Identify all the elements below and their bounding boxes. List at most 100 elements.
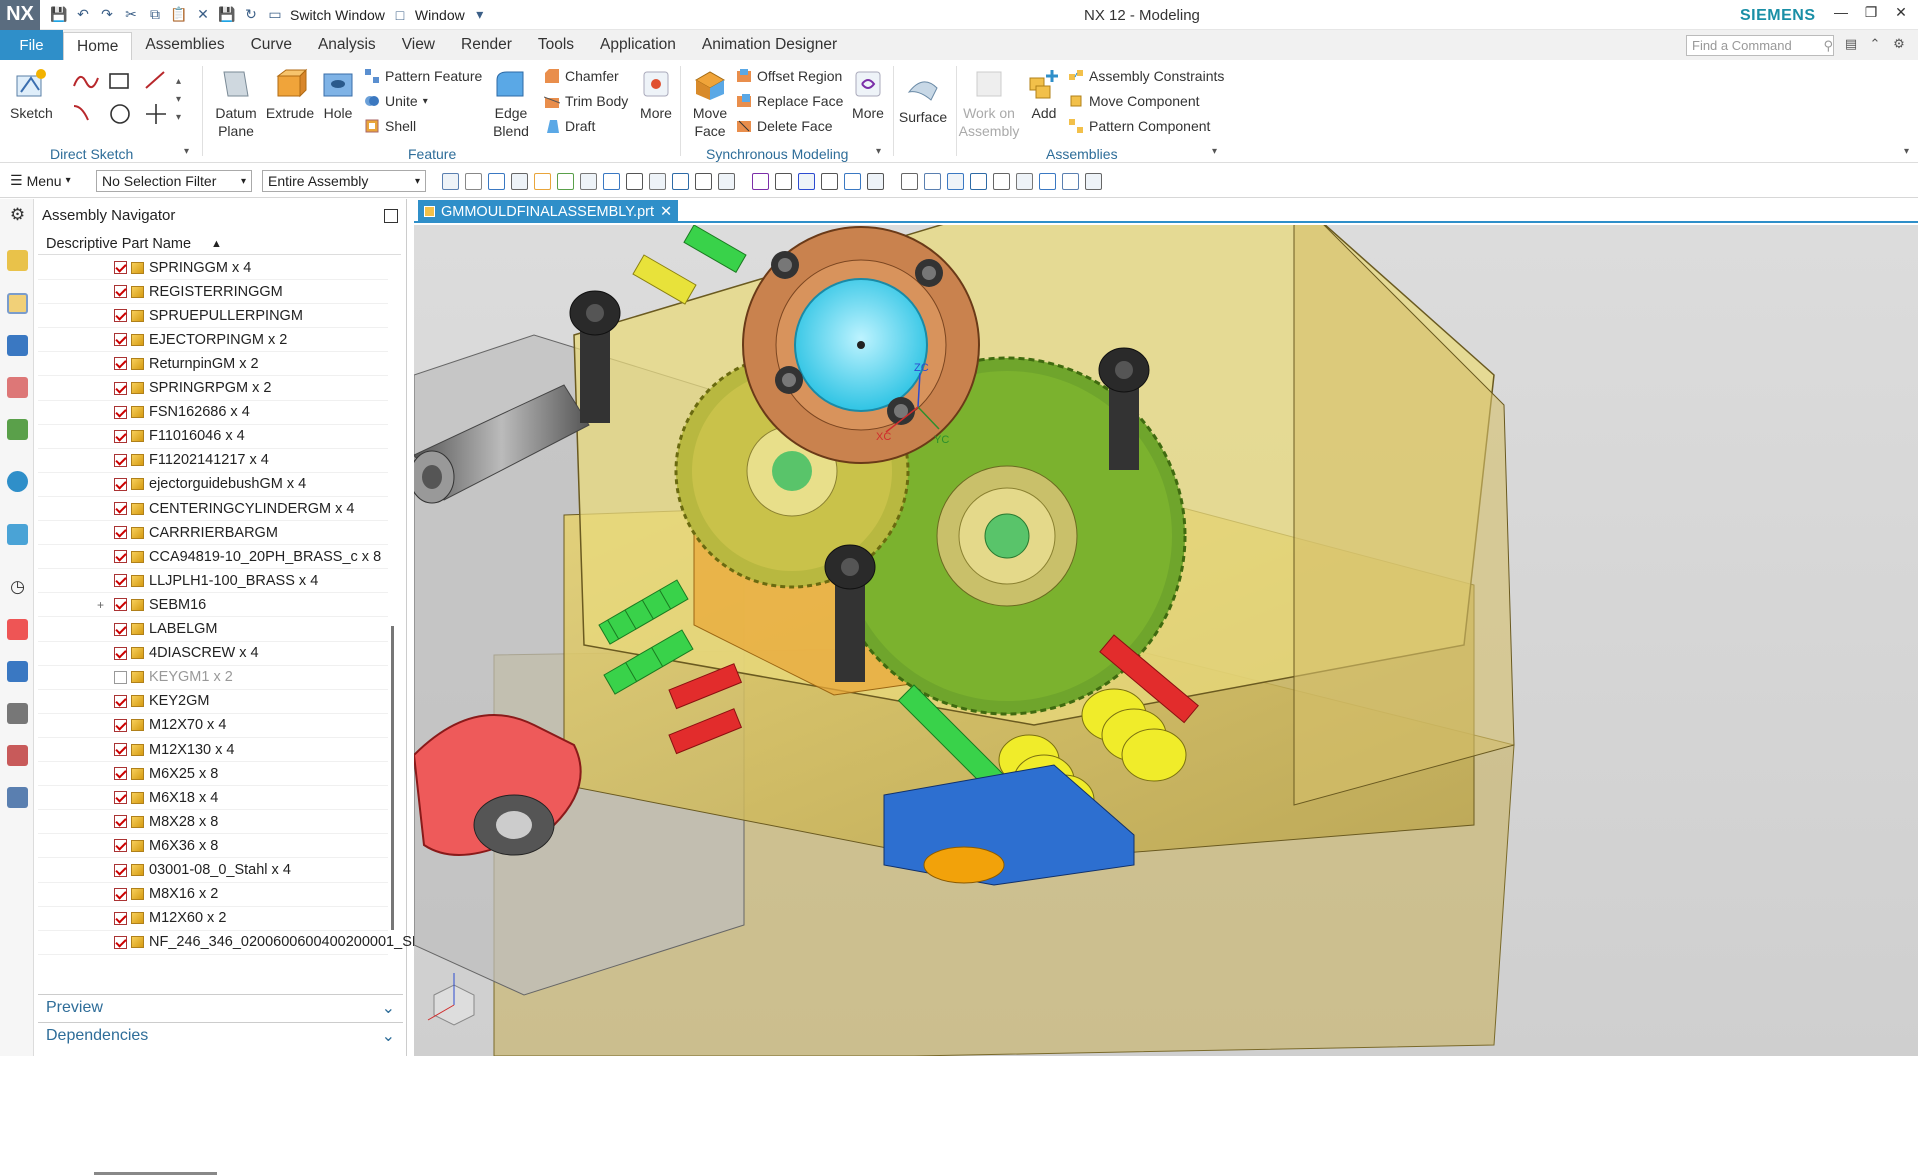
tab-animation-designer[interactable]: Animation Designer [689,30,850,60]
tree-row[interactable]: M8X16 x 2 [38,883,388,907]
tree-row[interactable]: ejectorguidebushGM x 4 [38,473,388,497]
pattern-component-button[interactable]: Pattern Component [1068,118,1210,134]
visibility-checkbox[interactable] [114,622,127,636]
tree-row[interactable]: F11202141217 x 4 [38,449,388,473]
graphics-window[interactable]: ZC YC XC [414,225,1918,1056]
intersection-icon[interactable] [752,173,769,190]
visibility-checkbox[interactable] [114,863,127,877]
tree-row[interactable]: + SEBM16 [38,593,388,618]
edge-blend-button[interactable]: Edge Blend [488,66,534,140]
zoom-icon[interactable] [947,173,964,190]
visibility-checkbox[interactable] [114,767,127,781]
copy-icon[interactable]: ⧉ [146,6,164,24]
select-face-icon[interactable] [488,173,505,190]
web-browser-icon[interactable] [7,524,28,545]
visibility-checkbox[interactable] [114,477,127,491]
select-body-icon[interactable] [534,173,551,190]
tree-row[interactable]: M12X70 x 4 [38,714,388,738]
point-on-surface-icon[interactable] [867,173,884,190]
unite-button[interactable]: Unite ▾ [364,93,428,109]
tab-application[interactable]: Application [587,30,689,60]
process-studio-icon[interactable] [7,619,28,640]
tree-row[interactable]: SPRUEPULLERPINGM [38,304,388,329]
visibility-checkbox[interactable] [114,743,127,756]
switch-window-button[interactable]: Switch Window [290,7,385,23]
bounded-grid-icon[interactable] [901,173,918,190]
dependencies-section[interactable]: Dependencies ⌄ [38,1022,403,1048]
visibility-checkbox[interactable] [114,887,127,901]
chamfer-button[interactable]: Chamfer [544,68,619,84]
visibility-checkbox[interactable] [114,935,127,949]
select-feature-icon[interactable] [557,173,574,190]
tree-row[interactable]: CCA94819-10_20PH_BRASS_c x 8 [38,545,388,570]
visibility-checkbox[interactable] [114,791,127,805]
minimize-button[interactable]: — [1826,4,1856,26]
delete-face-button[interactable]: Delete Face [736,118,832,134]
repeat-command-icon[interactable]: ↻ [242,6,260,24]
tree-row[interactable]: FSN162686 x 4 [38,401,388,425]
visibility-checkbox[interactable] [114,381,127,395]
preview-section[interactable]: Preview ⌄ [38,994,403,1020]
palette-icon[interactable] [7,787,28,808]
visibility-checkbox[interactable] [114,261,127,274]
history-icon[interactable]: ◷ [7,577,28,598]
tree-row[interactable]: LLJPLH1-100_BRASS x 4 [38,569,388,594]
visibility-checkbox[interactable] [114,815,127,829]
visibility-checkbox[interactable] [114,357,127,371]
extrude-button[interactable]: Extrude [266,66,314,122]
close-button[interactable]: ✕ [1886,4,1916,26]
tree-row[interactable]: F11016046 x 4 [38,425,388,449]
undo-icon[interactable]: ↶ [74,6,92,24]
tree-row[interactable]: KEY2GM [38,690,388,714]
part-family-icon[interactable] [7,377,28,398]
document-tab[interactable]: GMMOULDFINALASSEMBLY.prt ✕ [418,200,679,223]
chevron-down-icon[interactable]: ▾ [184,146,189,157]
column-header[interactable]: Descriptive Part Name ▲ [38,233,401,255]
visibility-checkbox[interactable] [114,285,127,299]
tab-tools[interactable]: Tools [525,30,587,60]
visibility-checkbox[interactable] [114,429,127,443]
roles-icon[interactable] [7,703,28,724]
layer-icon[interactable] [1039,173,1056,190]
add-component-button[interactable]: Add [1026,66,1062,122]
datum-plane-button[interactable]: Datum Plane [212,66,260,140]
chevron-down-icon[interactable]: ▾ [1212,146,1217,157]
select-edge-icon[interactable] [511,173,528,190]
snap-point-icon[interactable] [442,173,459,190]
select-all-icon[interactable] [603,173,620,190]
tree-row[interactable]: M8X28 x 8 [38,810,388,835]
part-navigator-icon[interactable] [7,250,28,271]
visibility-checkbox[interactable] [114,309,127,323]
move-face-button[interactable]: Move Face [690,66,730,140]
window-menu-button[interactable]: Window [415,7,465,23]
sketch-curve-tools[interactable]: ▴ ▾ ▾ [70,68,190,138]
chevron-down-icon[interactable]: ▾ [471,6,489,24]
control-point-icon[interactable] [718,173,735,190]
more-sync-button[interactable]: More [850,66,886,122]
assembly-navigator-icon[interactable] [7,293,28,314]
tree-row[interactable]: CARRRIERBARGM [38,521,388,546]
tree-row[interactable]: 03001-08_0_Stahl x 4 [38,859,388,883]
visibility-checkbox[interactable] [114,550,127,564]
trim-body-button[interactable]: Trim Body [544,93,628,109]
quick-pick-icon[interactable] [465,173,482,190]
visibility-checkbox[interactable] [114,646,127,660]
visibility-checkbox[interactable] [114,670,127,684]
tree-row[interactable]: KEYGM1 x 2 [38,666,388,690]
tree-row[interactable]: CENTERINGCYLINDERGM x 4 [38,497,388,521]
tree-row[interactable]: REGISTERRINGGM [38,280,388,305]
window-icon[interactable]: □ [391,6,409,24]
move-component-button[interactable]: Move Component [1068,93,1200,109]
tree-row[interactable]: M12X60 x 2 [38,907,388,931]
help-icon[interactable]: ⌃ [1866,36,1884,54]
vertical-scrollbar[interactable] [391,626,394,930]
menu-button[interactable]: ☰ Menu ▾ [10,172,71,189]
draft-button[interactable]: Draft [544,118,595,134]
more-feature-button[interactable]: More [638,66,674,122]
replace-face-button[interactable]: Replace Face [736,93,843,109]
fit-icon[interactable] [924,173,941,190]
redo-icon[interactable]: ↷ [98,6,116,24]
tree-row[interactable]: M12X130 x 4 [38,738,388,762]
expand-icon[interactable]: + [97,598,104,612]
visibility-checkbox[interactable] [114,502,127,515]
